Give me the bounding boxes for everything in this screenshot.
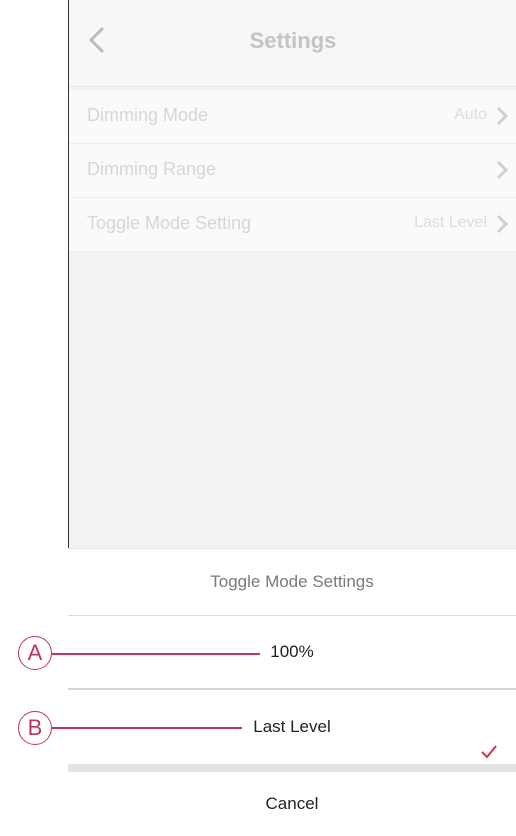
sheet-separator bbox=[68, 764, 516, 772]
callout-a-leader bbox=[52, 653, 260, 655]
option-label: Last Level bbox=[253, 717, 331, 736]
row-value: Last Level bbox=[414, 214, 487, 231]
settings-row-dimming-range[interactable]: Dimming Range bbox=[69, 144, 516, 198]
page-title: Settings bbox=[249, 28, 337, 53]
checkmark-icon bbox=[480, 718, 498, 759]
settings-list: Dimming Mode Auto Dimming Range Toggle M… bbox=[69, 90, 516, 252]
settings-row-toggle-mode[interactable]: Toggle Mode Setting Last Level bbox=[69, 198, 516, 252]
callout-a: A bbox=[18, 636, 52, 670]
callout-b: B bbox=[18, 711, 52, 745]
chevron-right-icon bbox=[495, 105, 509, 127]
nav-bar: Settings bbox=[69, 0, 516, 87]
option-label: 100% bbox=[270, 642, 314, 661]
row-value: Auto bbox=[454, 106, 487, 123]
cancel-button[interactable]: Cancel bbox=[68, 772, 516, 836]
chevron-right-icon bbox=[495, 213, 509, 235]
row-label: Dimming Mode bbox=[87, 105, 209, 125]
row-label: Toggle Mode Setting bbox=[87, 213, 252, 233]
action-sheet: Toggle Mode Settings 100% Last Level Can… bbox=[68, 548, 516, 836]
settings-row-dimming-mode[interactable]: Dimming Mode Auto bbox=[69, 90, 516, 144]
action-sheet-title: Toggle Mode Settings bbox=[68, 548, 516, 616]
row-label: Dimming Range bbox=[87, 159, 217, 179]
chevron-right-icon bbox=[495, 159, 509, 181]
cancel-label: Cancel bbox=[265, 794, 319, 813]
callout-b-leader bbox=[52, 727, 242, 729]
